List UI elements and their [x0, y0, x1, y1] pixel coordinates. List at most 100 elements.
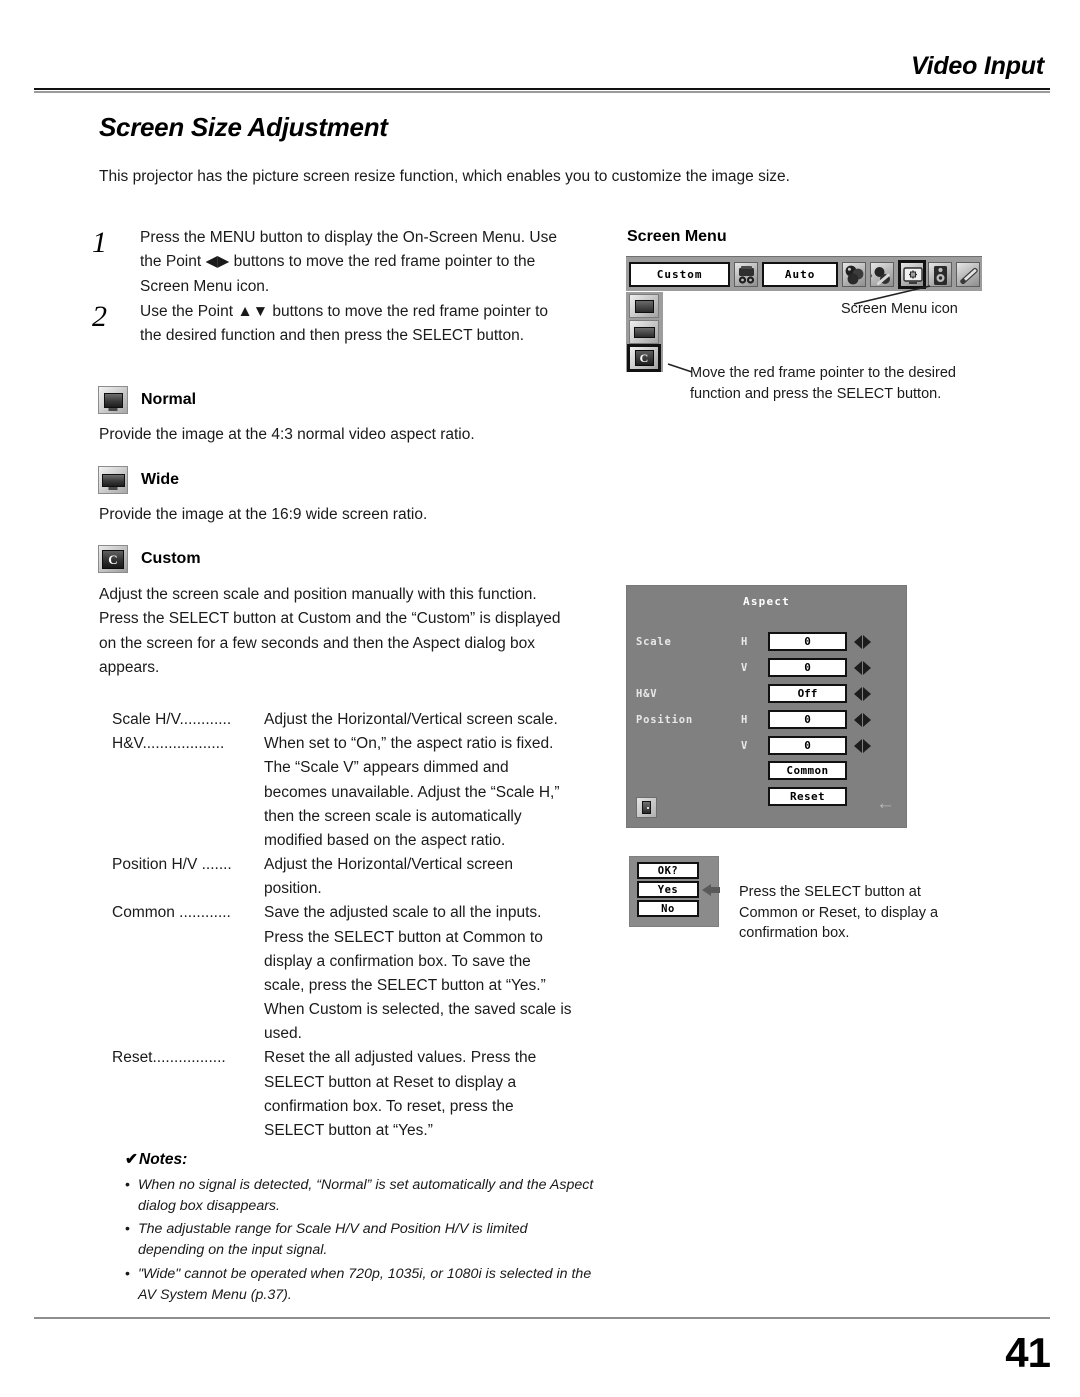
custom-description-1: Adjust the screen scale and position man… — [99, 586, 537, 603]
definition-list: Scale H/V............ Adjust the Horizon… — [112, 708, 574, 1143]
header-rule — [34, 88, 1050, 93]
custom-screen-icon: C — [98, 545, 128, 573]
notes-heading-label: Notes: — [139, 1151, 188, 1168]
running-head: Video Input — [911, 52, 1044, 80]
osd-screen-option-strip: C — [626, 292, 663, 372]
definition-term: Scale H/V............ — [112, 711, 232, 728]
definition-row: Common ............ Save the adjusted sc… — [112, 901, 574, 1046]
lead-paragraph: This projector has the picture screen re… — [99, 168, 790, 185]
aspect-position-v-spinner[interactable] — [854, 738, 871, 753]
confirmation-dialog: OK? Yes No — [629, 856, 720, 927]
aspect-hv-spinner[interactable] — [854, 686, 871, 701]
footer-rule — [34, 1317, 1050, 1319]
note-item: • The adjustable range for Scale H/V and… — [125, 1219, 595, 1260]
aspect-reset-button[interactable]: Reset — [768, 787, 847, 806]
definition-description: Adjust the Horizontal/Vertical screen sc… — [264, 711, 558, 728]
aspect-scale-v-value[interactable]: 0 — [768, 658, 847, 677]
osd-input-field[interactable]: Custom — [629, 261, 731, 287]
note-text: When no signal is detected, “Normal” is … — [138, 1177, 594, 1214]
definition-description: Reset the all adjusted values. Press the… — [264, 1049, 537, 1139]
confirm-title: OK? — [637, 862, 699, 879]
mode-heading-normal: Normal — [98, 386, 196, 414]
mode-label: Wide — [141, 471, 180, 488]
definition-description: Save the adjusted scale to all the input… — [264, 904, 572, 1043]
mode-label: Normal — [141, 391, 197, 408]
callout-move-pointer: Move the red frame pointer to the desire… — [690, 365, 956, 402]
osd-system-field[interactable]: Auto — [762, 261, 838, 287]
aspect-row-label: Position — [636, 713, 693, 726]
aspect-row-hv: H&V Off — [627, 683, 906, 704]
manual-page: Video Input Screen Size Adjustment This … — [0, 0, 1080, 1397]
aspect-scale-h-value[interactable]: 0 — [768, 632, 847, 651]
definition-description: Adjust the Horizontal/Vertical screen po… — [264, 856, 513, 898]
mode-description-normal: Provide the image at the 4:3 normal vide… — [99, 426, 475, 443]
definition-row: Scale H/V............ Adjust the Horizon… — [112, 708, 574, 732]
osd-custom-glyph: C — [634, 350, 654, 366]
aspect-hv-value[interactable]: Off — [768, 684, 847, 703]
confirm-yes-button[interactable]: Yes — [637, 881, 699, 898]
aspect-row-scale-v: V 0 — [627, 657, 906, 678]
notes-heading: ✔Notes: — [125, 1150, 595, 1169]
aspect-row-label: Scale — [636, 635, 672, 648]
input-source-icon[interactable] — [734, 261, 759, 287]
osd-wide-screen-icon[interactable] — [629, 320, 659, 344]
mode-heading-wide: Wide — [98, 466, 179, 494]
color-adjust-icon[interactable] — [842, 261, 866, 287]
image-select-icon[interactable] — [870, 261, 894, 287]
definition-description: When set to “On,” the aspect ratio is fi… — [264, 735, 560, 849]
callout-confirmation: Press the SELECT button at Common or Res… — [739, 884, 939, 942]
note-text: The adjustable range for Scale H/V and P… — [138, 1221, 528, 1259]
page-number: 41 — [1005, 1329, 1051, 1376]
mode-description-wide: Provide the image at the 16:9 wide scree… — [99, 506, 428, 523]
definition-term: H&V................... — [112, 735, 225, 753]
confirm-no-button[interactable]: No — [637, 900, 699, 917]
step-item: 1 Press the MENU button to display the O… — [92, 226, 562, 299]
screen-menu-heading: Screen Menu — [627, 228, 727, 245]
aspect-common-button[interactable]: Common — [768, 761, 847, 780]
normal-screen-icon — [98, 386, 128, 414]
step-item: 2 Use the Point ▲▼ buttons to move the r… — [92, 300, 562, 349]
definition-row: Position H/V ....... Adjust the Horizont… — [112, 853, 574, 901]
callout-screen-menu-icon: Screen Menu icon — [841, 301, 958, 317]
definition-term: Position H/V ....... — [112, 856, 232, 874]
mode-description-custom: Adjust the screen scale and position man… — [99, 583, 579, 681]
note-text: "Wide" cannot be operated when 720p, 103… — [138, 1265, 592, 1303]
osd-custom-screen-icon[interactable]: C — [627, 344, 661, 372]
aspect-dialog: Aspect Scale H 0 V 0 H&V Off Position H … — [626, 585, 907, 828]
custom-icon-glyph: C — [102, 549, 124, 569]
exit-door-icon[interactable] — [636, 797, 657, 818]
aspect-row-position-v: V 0 — [627, 735, 906, 756]
bullet-icon: • — [125, 1265, 130, 1282]
custom-description-2: Press the SELECT button at Custom and th… — [99, 610, 561, 677]
osd-normal-screen-icon[interactable] — [629, 294, 659, 318]
pointer-arrow-icon — [702, 884, 720, 896]
definition-term: Common ............ — [112, 904, 231, 922]
step-number: 2 — [92, 300, 107, 333]
definition-term: Reset................. — [112, 1049, 226, 1067]
bullet-icon: • — [125, 1177, 130, 1193]
screen-menu-icon[interactable] — [898, 259, 926, 289]
note-item: • "Wide" cannot be operated when 720p, 1… — [125, 1264, 595, 1305]
aspect-scale-h-spinner[interactable] — [854, 634, 871, 649]
back-arrow-icon: ← — [876, 793, 895, 814]
mode-label: Custom — [141, 550, 201, 567]
aspect-position-v-value[interactable]: 0 — [768, 736, 847, 755]
page-title: Screen Size Adjustment — [99, 112, 388, 142]
setting-icon[interactable] — [956, 261, 980, 287]
wide-screen-icon — [98, 466, 128, 494]
step-text: Press the MENU button to display the On-… — [140, 229, 557, 295]
aspect-position-h-value[interactable]: 0 — [768, 710, 847, 729]
aspect-row-position-h: Position H 0 — [627, 709, 906, 730]
notes-block: ✔Notes: • When no signal is detected, “N… — [125, 1150, 595, 1308]
aspect-row-axis: V — [741, 661, 748, 674]
aspect-scale-v-spinner[interactable] — [854, 660, 871, 675]
osd-menu-bar: Custom Auto — [626, 256, 982, 291]
mode-heading-custom: C Custom — [98, 545, 201, 573]
aspect-row-scale-h: Scale H 0 — [627, 631, 906, 652]
aspect-row-axis: H — [741, 635, 748, 648]
aspect-row-label: H&V — [636, 687, 658, 700]
sound-icon[interactable] — [928, 261, 952, 287]
definition-row: Reset................. Reset the all adj… — [112, 1046, 574, 1143]
aspect-position-h-spinner[interactable] — [854, 712, 871, 727]
step-text: Use the Point ▲▼ buttons to move the red… — [140, 303, 549, 345]
